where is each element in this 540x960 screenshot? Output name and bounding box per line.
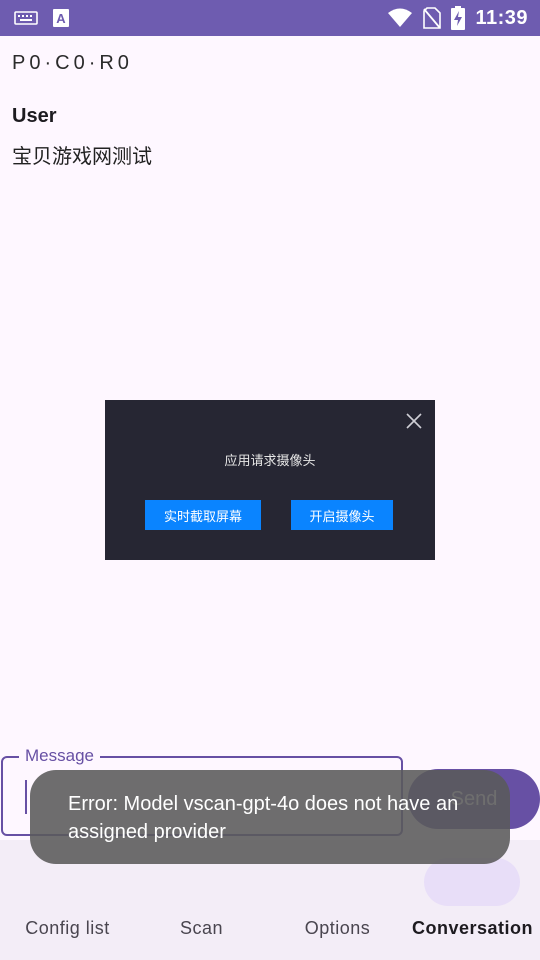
error-toast: Error: Model vscan-gpt-4o does not have … — [30, 770, 510, 864]
no-sim-icon — [423, 7, 442, 29]
active-nav-indicator — [424, 858, 520, 906]
nav-options[interactable]: Options — [270, 918, 405, 939]
nav-scan[interactable]: Scan — [134, 918, 269, 939]
wifi-icon — [387, 7, 413, 29]
camera-request-dialog: 应用请求摄像头 实时截取屏幕 开启摄像头 — [105, 400, 435, 560]
dialog-title: 应用请求摄像头 — [224, 453, 316, 468]
open-camera-button[interactable]: 开启摄像头 — [291, 500, 393, 530]
clock: 11:39 — [475, 6, 528, 29]
nav-config-list[interactable]: Config list — [0, 918, 135, 939]
text-a-icon: A — [52, 8, 70, 28]
status-bar: A 11:39 — [0, 0, 540, 36]
status-bar-right: 11:39 — [387, 6, 528, 30]
keyboard-icon — [14, 9, 38, 27]
message-input-label: Message — [19, 746, 100, 766]
nav-conversation[interactable]: Conversation — [405, 918, 540, 939]
status-bar-left: A — [14, 8, 70, 28]
message-text: 宝贝游戏网测试 — [12, 146, 152, 168]
close-icon[interactable] — [405, 412, 423, 430]
battery-charging-icon — [451, 6, 466, 30]
conversation-session-id: P0·C0·R0 — [12, 52, 133, 74]
svg-text:A: A — [56, 11, 66, 26]
capture-screen-button[interactable]: 实时截取屏幕 — [145, 500, 261, 530]
text-caret — [25, 780, 27, 814]
message-role: User — [12, 105, 57, 127]
